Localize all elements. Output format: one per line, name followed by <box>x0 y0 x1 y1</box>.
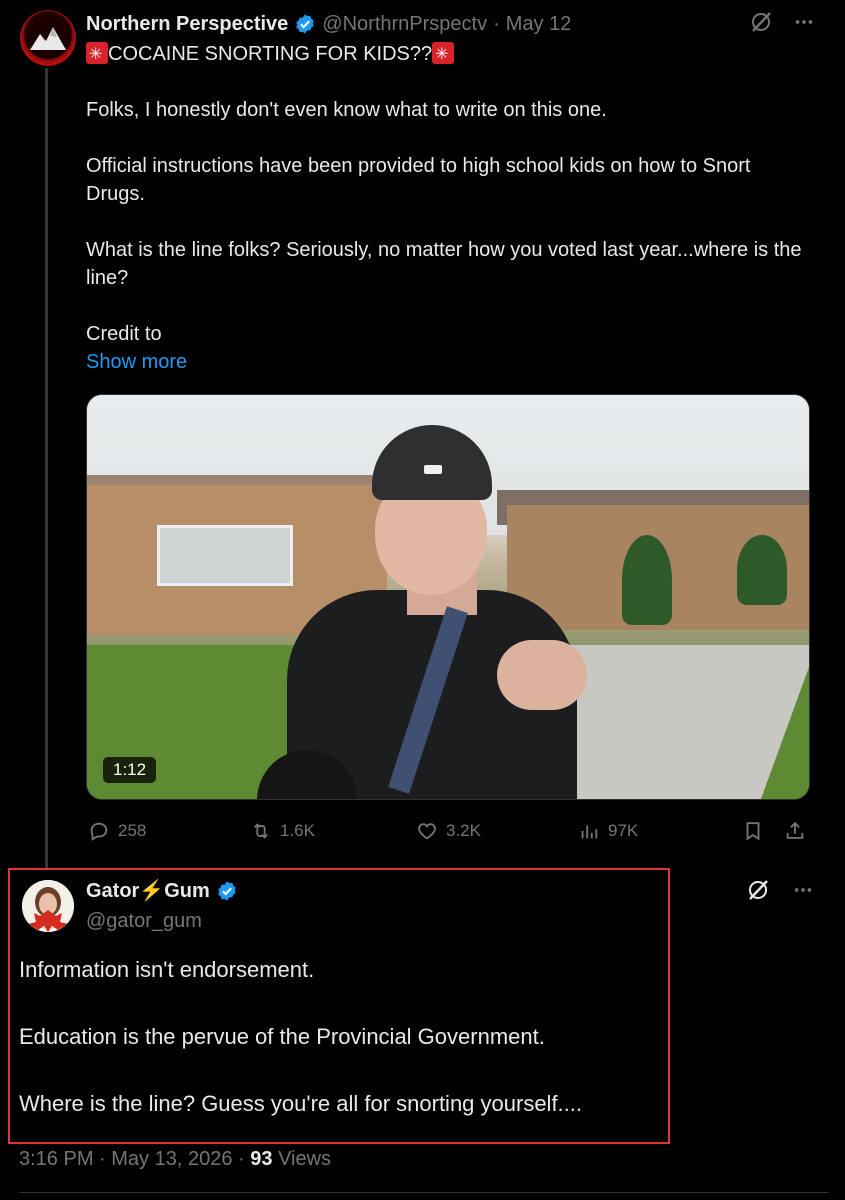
repost-icon <box>253 823 269 839</box>
repost-count: 1.6K <box>280 821 315 840</box>
tweet-body: COCAINE SNORTING FOR KIDS?? Folks, I hon… <box>86 40 806 348</box>
reply-paragraph: Education is the pervue of the Provincia… <box>19 1024 545 1049</box>
divider <box>19 1192 829 1193</box>
views-button[interactable]: 97K <box>578 820 638 842</box>
reply-author-handle[interactable]: @gator_gum <box>86 908 202 934</box>
siren-emoji-icon <box>432 41 455 69</box>
reply-time[interactable]: 3:16 PM <box>19 1148 93 1170</box>
reply-meta: 3:16 PM · May 13, 2026 · 93 Views <box>19 1146 331 1172</box>
tweet-header: Northern Perspective @NorthrnPrspectv · … <box>86 10 571 38</box>
like-button[interactable]: 3.2K <box>416 820 481 842</box>
reply-paragraph: Where is the line? Guess you're all for … <box>19 1091 583 1116</box>
tweet-title: COCAINE SNORTING FOR KIDS?? <box>108 43 433 65</box>
separator: · <box>99 1148 112 1170</box>
tweet-paragraph: Credit to <box>86 323 162 345</box>
tweet-action-bar: 258 1.6K 3.2K 97K <box>86 818 808 846</box>
reply-author-avatar[interactable] <box>22 880 74 932</box>
show-more-link[interactable]: Show more <box>86 348 187 376</box>
views-count: 97K <box>608 821 639 840</box>
reply-author-name-part1: Gator <box>86 880 140 902</box>
reply-paragraph: Information isn't endorsement. <box>19 957 315 982</box>
grok-icon[interactable] <box>749 10 773 34</box>
tweet-paragraph: Folks, I honestly don't even know what t… <box>86 99 607 121</box>
grok-icon[interactable] <box>746 878 770 902</box>
author-handle[interactable]: @NorthrnPrspectv <box>322 13 487 36</box>
share-button[interactable] <box>784 820 806 842</box>
reply-top-actions <box>746 878 814 902</box>
bookmark-icon <box>746 822 760 841</box>
thread-line <box>45 68 48 868</box>
video-frame-window <box>157 525 293 586</box>
video-frame-cap-logo <box>424 465 442 474</box>
reply-date[interactable]: May 13, 2026 <box>111 1148 232 1170</box>
share-icon <box>786 821 804 839</box>
author-name[interactable]: Northern Perspective <box>86 13 288 36</box>
more-icon[interactable] <box>792 879 814 901</box>
repost-button[interactable]: 1.6K <box>250 820 315 842</box>
siren-emoji-icon <box>86 41 108 69</box>
video-frame-tree <box>622 535 672 625</box>
separator: · <box>493 12 500 35</box>
views-icon <box>581 825 598 839</box>
separator: · <box>238 1148 251 1170</box>
reply-button[interactable]: 258 <box>88 820 146 842</box>
reply-icon <box>90 822 108 841</box>
reply-header: Gator⚡Gum <box>86 878 238 903</box>
reply-body: Information isn't endorsement. Education… <box>19 956 659 1118</box>
verified-badge-icon <box>218 880 236 901</box>
reply-author-name-part2: Gum <box>164 880 210 902</box>
reply-views-count: 93 <box>250 1148 273 1170</box>
tweet-date[interactable]: May 12 <box>506 13 572 36</box>
video-player[interactable]: 1:12 <box>86 394 810 800</box>
video-frame-tree <box>737 535 787 605</box>
like-icon <box>418 823 436 840</box>
more-icon[interactable] <box>793 11 815 33</box>
reply-author-name[interactable]: Gator⚡Gum <box>86 878 210 903</box>
tweet-top-actions <box>749 10 815 34</box>
tweet-paragraph: Official instructions have been provided… <box>86 155 751 205</box>
lightning-emoji-icon: ⚡ <box>139 880 165 902</box>
video-duration: 1:12 <box>103 757 157 783</box>
tweet-paragraph: What is the line folks? Seriously, no ma… <box>86 239 802 289</box>
like-count: 3.2K <box>446 821 481 840</box>
author-avatar[interactable] <box>20 10 76 66</box>
verified-badge-icon <box>296 14 315 34</box>
tweet-title-line: COCAINE SNORTING FOR KIDS?? <box>86 40 806 69</box>
bookmark-button[interactable] <box>742 820 764 842</box>
reply-count: 258 <box>118 821 147 840</box>
video-frame-hand <box>497 640 587 710</box>
reply-views-label: Views <box>278 1148 332 1170</box>
